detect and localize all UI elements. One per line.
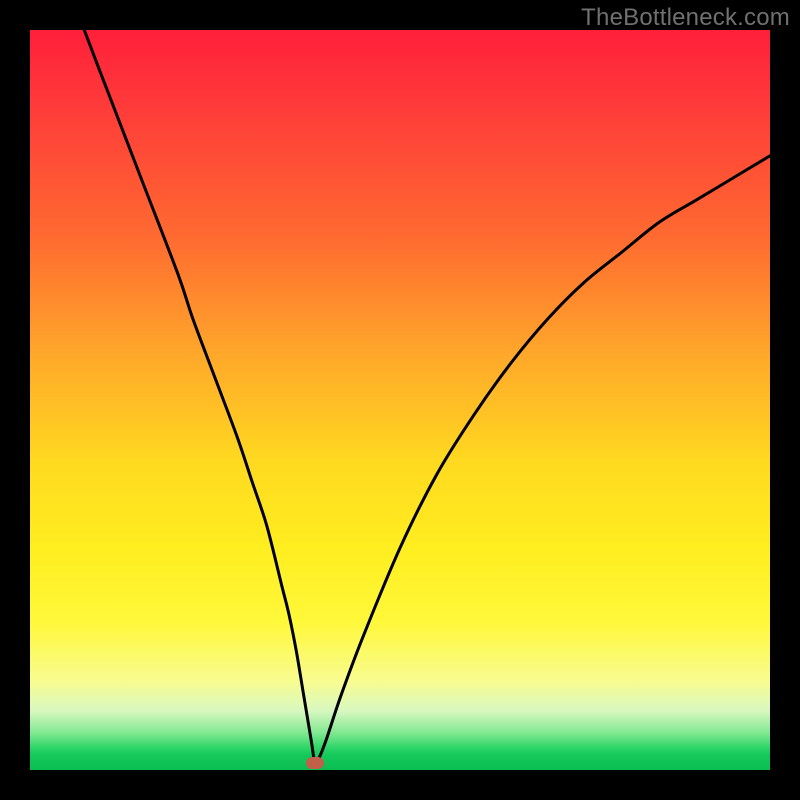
plot-area (30, 30, 770, 770)
optimal-point-marker (306, 757, 324, 769)
bottleneck-curve-path (30, 30, 770, 764)
watermark-text: TheBottleneck.com (581, 4, 790, 32)
chart-container: TheBottleneck.com (0, 0, 800, 800)
curve-svg (30, 30, 770, 770)
